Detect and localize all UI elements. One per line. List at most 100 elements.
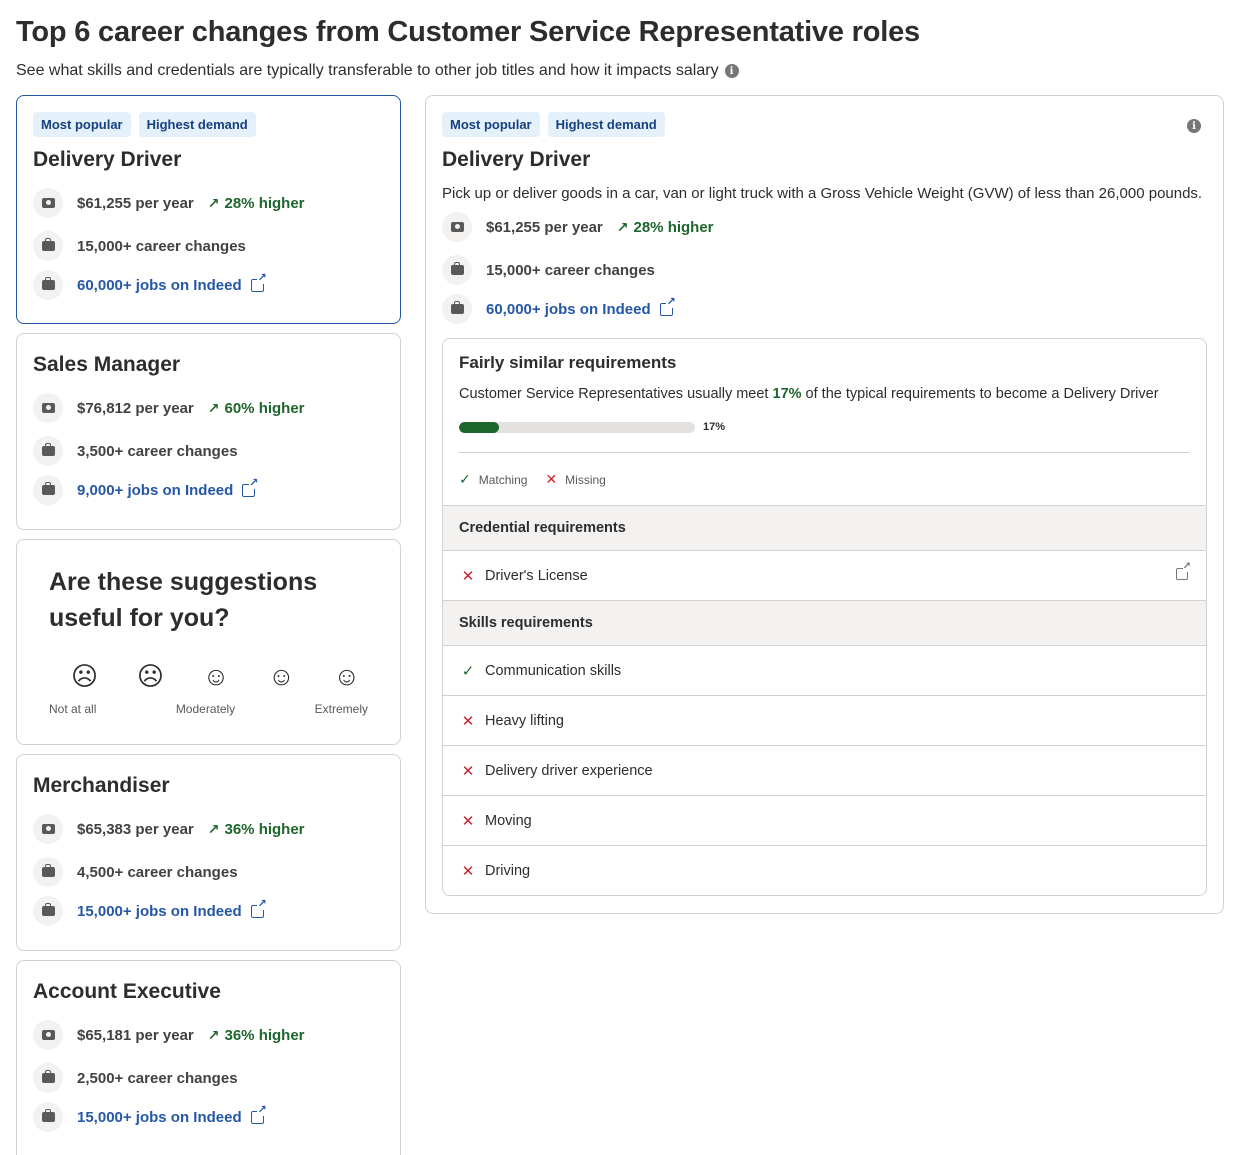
trending-up-icon: ↗ <box>207 1026 220 1043</box>
progress-track <box>459 421 695 433</box>
external-link-icon[interactable] <box>250 1104 267 1124</box>
skill-row: ✕ Heavy lifting <box>443 695 1206 745</box>
legend-missing: ✕ Missing <box>545 471 605 488</box>
jobs-link[interactable]: 60,000+ jobs on Indeed <box>77 277 242 294</box>
jobs-row: 60,000+ jobs on Indeed <box>442 294 1207 324</box>
career-card-sales-manager[interactable]: Sales Manager $76,812 per year ↗ 60% high… <box>16 333 401 530</box>
career-title: Merchandiser <box>33 774 170 797</box>
briefcase-check-icon <box>33 857 63 887</box>
badge-group: Most popular Highest demand <box>33 112 384 137</box>
career-card-delivery-driver[interactable]: Most popular Highest demand Delivery Dri… <box>16 95 401 324</box>
jobs-link[interactable]: 15,000+ jobs on Indeed <box>77 1109 242 1126</box>
badge-most-popular: Most popular <box>442 112 540 137</box>
detail-description: Pick up or deliver goods in a car, van o… <box>442 185 1203 202</box>
money-icon <box>33 393 63 423</box>
briefcase-icon <box>33 475 63 505</box>
jobs-row: 15,000+ jobs on Indeed <box>33 896 384 926</box>
trending-up-icon: ↗ <box>207 820 220 837</box>
money-icon <box>442 212 472 242</box>
briefcase-check-icon <box>442 255 472 285</box>
salary-trend: ↗ 28% higher <box>208 195 305 212</box>
external-link-icon[interactable] <box>1176 562 1191 580</box>
skill-row: ✕ Driving <box>443 845 1206 895</box>
sad-face-icon[interactable]: ☹ <box>137 662 164 690</box>
career-title: Account Executive <box>33 980 221 1003</box>
requirements-desc-after: of the typical requirements to become a … <box>801 386 1159 402</box>
briefcase-icon <box>33 1102 63 1132</box>
neutral-face-icon[interactable]: ☺ <box>203 662 230 690</box>
requirements-title: Fairly similar requirements <box>459 353 677 372</box>
badge-highest-demand: Highest demand <box>547 112 665 137</box>
trending-up-icon: ↗ <box>207 194 220 211</box>
career-changes-text: 2,500+ career changes <box>77 1069 238 1087</box>
rating-label-low: Not at all <box>49 702 97 716</box>
briefcase-icon <box>33 270 63 300</box>
credential-row: ✕ Driver's License <box>443 550 1206 600</box>
external-link-icon[interactable] <box>659 296 676 316</box>
info-icon[interactable]: i <box>1187 119 1201 133</box>
rating-label-mid: Moderately <box>175 702 236 716</box>
salary-text: $76,812 per year <box>77 399 194 417</box>
very-sad-face-icon[interactable]: ☹ <box>71 662 98 690</box>
external-link-icon[interactable] <box>242 477 259 497</box>
trend-text: 28% higher <box>633 218 714 236</box>
info-icon[interactable]: i <box>724 64 739 78</box>
jobs-link[interactable]: 9,000+ jobs on Indeed <box>77 482 233 499</box>
jobs-link[interactable]: 15,000+ jobs on Indeed <box>77 903 242 920</box>
skill-row: ✓ Communication skills <box>443 645 1206 695</box>
jobs-row: 60,000+ jobs on Indeed <box>33 270 384 300</box>
salary-trend: ↗ 36% higher <box>208 821 305 838</box>
salary-row: $61,255 per year ↗ 28% higher <box>442 212 1207 242</box>
career-title: Delivery Driver <box>33 148 182 171</box>
career-card-merchandiser[interactable]: Merchandiser $65,383 per year ↗ 36% highe… <box>16 754 401 951</box>
x-icon: ✕ <box>461 567 475 585</box>
skills-requirements-header: Skills requirements <box>443 600 1206 645</box>
external-link-icon[interactable] <box>250 898 267 918</box>
trend-text: 36% higher <box>224 1026 305 1044</box>
badge-most-popular: Most popular <box>33 112 131 137</box>
badge-highest-demand: Highest demand <box>138 112 256 137</box>
x-icon: ✕ <box>461 712 475 730</box>
skill-row: ✕ Moving <box>443 795 1206 845</box>
salary-trend: ↗ 60% higher <box>208 400 305 417</box>
x-icon: ✕ <box>545 470 558 487</box>
trend-text: 60% higher <box>224 399 305 417</box>
salary-text: $61,255 per year <box>77 194 194 212</box>
briefcase-check-icon <box>33 1063 63 1093</box>
match-progress: 17% <box>459 421 1190 433</box>
career-detail-panel: Most popular Highest demand i Delivery D… <box>425 95 1224 914</box>
page-title: Top 6 career changes from Customer Servi… <box>16 16 920 48</box>
page-subtitle: See what skills and credentials are typi… <box>16 62 739 80</box>
trending-up-icon: ↗ <box>207 399 220 416</box>
requirements-desc-pct: 17% <box>772 386 802 402</box>
salary-row: $61,255 per year ↗ 28% higher <box>33 188 384 218</box>
external-link-icon[interactable] <box>250 272 267 292</box>
skill-row: ✕ Delivery driver experience <box>443 745 1206 795</box>
legend-matching: ✓ Matching <box>459 471 527 488</box>
career-title: Sales Manager <box>33 353 181 376</box>
career-changes-row: 4,500+ career changes <box>33 857 384 887</box>
check-icon: ✓ <box>461 662 475 680</box>
jobs-link[interactable]: 60,000+ jobs on Indeed <box>486 301 651 318</box>
rating-label-high: Extremely <box>314 702 368 716</box>
career-changes-row: 3,500+ career changes <box>33 436 384 466</box>
skill-label: Delivery driver experience <box>485 762 653 779</box>
career-changes-text: 15,000+ career changes <box>77 237 246 255</box>
page-subtitle-text: See what skills and credentials are typi… <box>16 62 719 79</box>
progress-fill <box>459 421 500 433</box>
salary-text: $65,383 per year <box>77 820 194 838</box>
x-icon: ✕ <box>461 812 475 830</box>
progress-label: 17% <box>703 421 726 433</box>
career-changes-text: 15,000+ career changes <box>486 261 655 279</box>
trending-up-icon: ↗ <box>616 218 629 235</box>
detail-title: Delivery Driver <box>442 148 591 171</box>
happy-face-icon[interactable]: ☺ <box>268 662 295 690</box>
very-happy-face-icon[interactable]: ☺ <box>333 662 360 690</box>
match-legend: ✓ Matching ✕ Missing <box>459 453 1190 505</box>
career-changes-text: 3,500+ career changes <box>77 442 238 460</box>
rating-labels: Not at all Moderately Extremely <box>33 702 384 716</box>
skill-label: Moving <box>485 812 532 829</box>
career-card-account-executive[interactable]: Account Executive $65,181 per year ↗ 36% … <box>16 960 401 1155</box>
trend-text: 28% higher <box>224 194 305 212</box>
salary-trend: ↗ 36% higher <box>208 1027 305 1044</box>
